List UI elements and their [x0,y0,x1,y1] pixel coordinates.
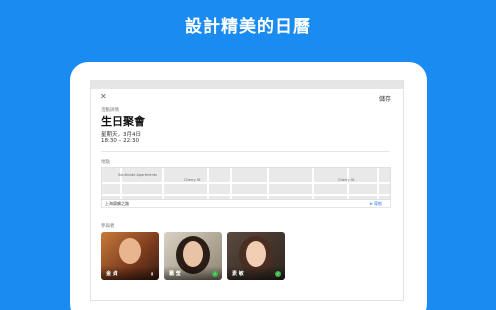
event-date[interactable]: 星期天，3月4日 [101,130,141,138]
pending-icon: ▮ [150,271,154,276]
save-button[interactable]: 儲存 [379,94,391,103]
status-bar [91,81,403,89]
divider [101,151,389,152]
map-poi-label: Southside Apartments [118,173,158,177]
guest-photo [246,241,266,267]
close-icon[interactable]: ✕ [100,92,107,101]
map-road [377,168,379,199]
map-road [267,168,269,199]
map-footer: 上海錦鶴之路 ➤ 導航 [101,200,391,208]
check-icon: ✓ [275,271,281,277]
check-icon: ✓ [212,271,218,277]
guest-name: 素 敏 [232,271,244,277]
event-detail-screen: ✕ 儲存 活動詳情 生日聚會 星期天，3月4日 18:30 – 22:30 地點… [90,80,404,301]
navigate-button[interactable]: ➤ 導航 [369,201,382,207]
map-street-label: Cherry St [184,178,201,182]
map-road [312,168,314,199]
guest-card[interactable]: 素 敏 ✓ [227,232,285,280]
promo-headline: 設計精美的日曆 [185,17,311,37]
map-street-label: Cherry St [338,178,355,182]
section-label-guests: 參與者 [101,224,115,229]
event-time[interactable]: 18:30 – 22:30 [101,138,139,144]
location-map[interactable]: Southside Apartments Cherry St Cherry St [101,167,391,200]
guest-photo [183,241,203,267]
guest-name: 金 貞 [106,271,118,277]
map-road [347,168,349,199]
section-label-location: 地點 [101,160,110,165]
navigate-label: 導航 [374,201,382,206]
map-road [207,168,209,199]
map-road [230,168,232,199]
guest-card[interactable]: 金 貞 ▮ [101,232,159,280]
guest-name: 霜 莹 [169,271,181,277]
map-address: 上海錦鶴之路 [105,201,129,206]
map-road [162,168,164,199]
event-title[interactable]: 生日聚會 [101,113,145,129]
guest-card[interactable]: 霜 莹 ✓ [164,232,222,280]
guest-photo [119,238,141,264]
